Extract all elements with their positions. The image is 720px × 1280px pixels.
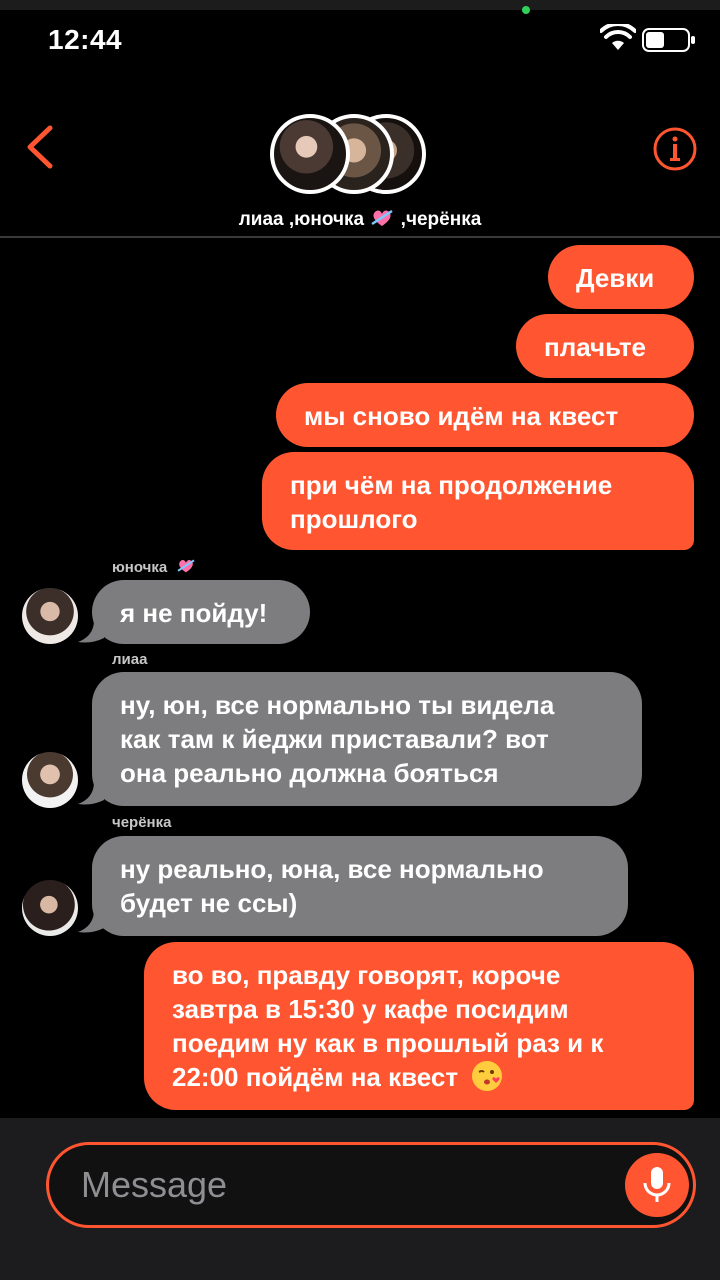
- composer-bar: [0, 1118, 720, 1280]
- message-line: ну реально, юна, все нормально: [120, 854, 544, 884]
- status-time: 12:44: [48, 24, 123, 55]
- message-line: прошлого: [290, 504, 418, 534]
- message-text: плачьте: [544, 332, 647, 362]
- avatar[interactable]: [22, 752, 78, 808]
- heart-arrow-emoji: [371, 209, 394, 226]
- incoming-message[interactable]: я не пойду!: [92, 580, 310, 644]
- message-text: Девки: [576, 263, 655, 293]
- avatar[interactable]: [22, 588, 78, 644]
- incoming-message[interactable]: ну реально, юна, все нормально будет не …: [92, 836, 628, 936]
- back-button[interactable]: [20, 122, 60, 172]
- info-icon: [653, 127, 697, 171]
- message-line: 22:00 пойдём на квест: [172, 1060, 666, 1094]
- sender-name: лиаа: [112, 651, 148, 668]
- message-line: во во, правду говорят, короче: [172, 960, 561, 990]
- group-avatar: [270, 114, 350, 194]
- avatar[interactable]: [22, 880, 78, 936]
- outgoing-message[interactable]: Девки: [548, 245, 694, 309]
- message-line: завтра в 15:30 у кафе посидим: [172, 994, 569, 1024]
- outgoing-message[interactable]: при чём на продолжение прошлого: [262, 452, 694, 550]
- chat-header: лиаа ,юночка ,черёнка: [0, 80, 720, 238]
- status-strip: [0, 0, 720, 10]
- outgoing-message[interactable]: мы сново идём на квест: [276, 383, 694, 447]
- message-text: мы сново идём на квест: [304, 401, 619, 431]
- message-input[interactable]: [81, 1161, 601, 1209]
- group-title[interactable]: лиаа ,юночка ,черёнка: [0, 208, 720, 231]
- outgoing-message[interactable]: во во, правду говорят, короче завтра в 1…: [144, 942, 694, 1110]
- battery-icon: [642, 28, 695, 52]
- chevron-left-icon: [27, 125, 53, 169]
- microphone-button[interactable]: [625, 1153, 689, 1217]
- message-line: поедим ну как в прошлый раз и к: [172, 1028, 604, 1058]
- message-line: как там к йеджи приставали? вот: [120, 724, 549, 754]
- message-line: будет не ссы): [120, 888, 298, 918]
- wifi-icon: [600, 24, 636, 50]
- incoming-message[interactable]: ну, юн, все нормально ты видела как там …: [92, 672, 642, 806]
- message-line: ну, юн, все нормально ты видела: [120, 690, 555, 720]
- message-text: я не пойду!: [120, 598, 268, 628]
- message-composer: [46, 1142, 696, 1228]
- message-line: при чём на продолжение: [290, 470, 613, 500]
- sender-name: черёнка: [112, 814, 172, 831]
- group-avatar-stack[interactable]: [270, 114, 430, 198]
- sender-name: юночка: [112, 558, 195, 576]
- outgoing-message[interactable]: плачьте: [516, 314, 694, 378]
- kiss-wink-emoji: [472, 1061, 503, 1091]
- status-bar: 12:44: [0, 0, 720, 80]
- camera-indicator: [522, 6, 530, 14]
- info-button[interactable]: [652, 126, 698, 172]
- heart-arrow-emoji: [177, 559, 195, 573]
- message-line: она реально должна бояться: [120, 758, 499, 788]
- group-title-part1: лиаа ,юночка: [238, 209, 365, 230]
- group-title-part2: ,черёнка: [400, 209, 482, 230]
- microphone-icon: [643, 1167, 671, 1202]
